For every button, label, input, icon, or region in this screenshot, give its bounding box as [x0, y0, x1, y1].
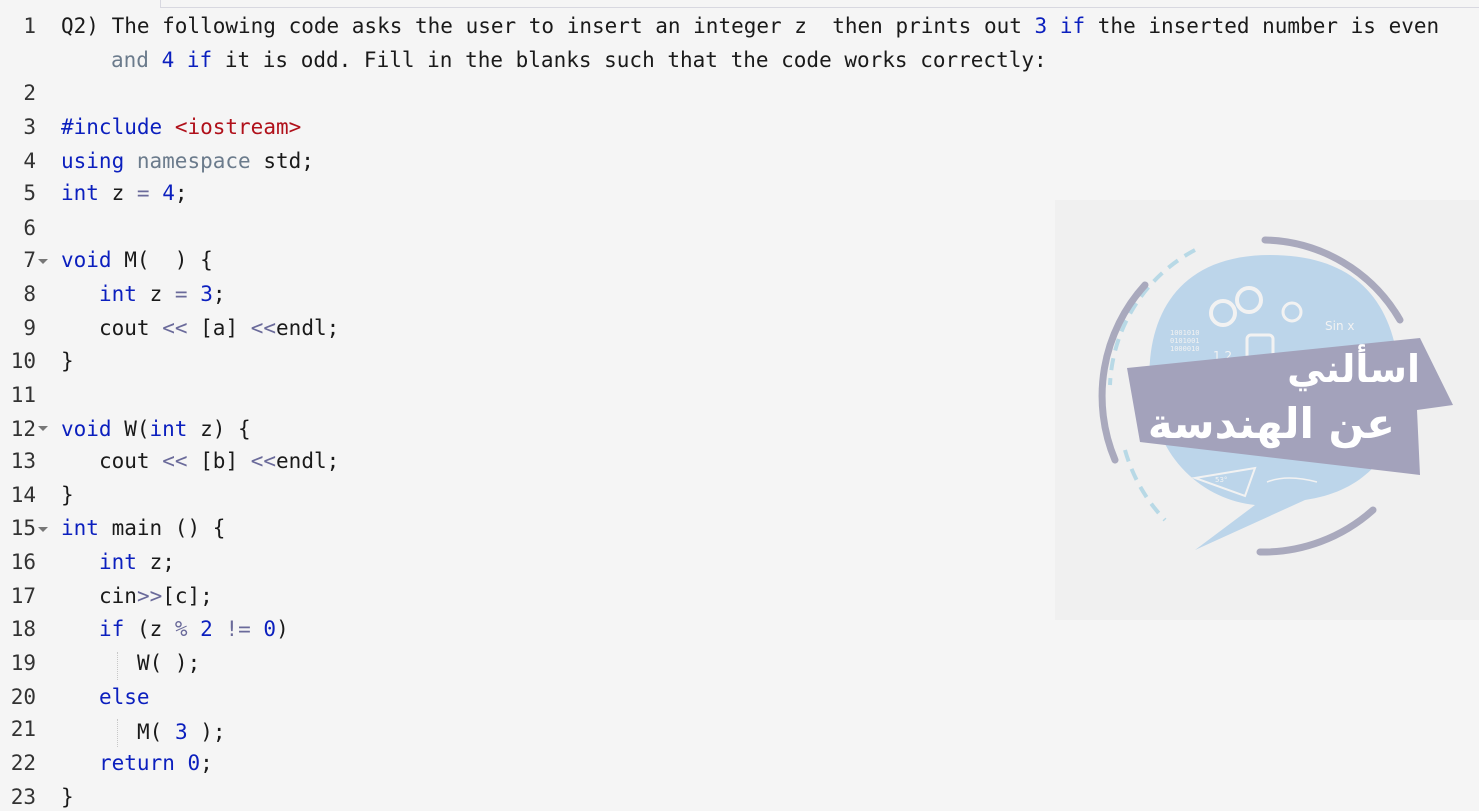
code-line-14: } [61, 483, 74, 507]
line-number: 1 [23, 14, 36, 38]
code-line-4: using namespace std; [61, 149, 314, 173]
line-number: 23 [10, 785, 36, 809]
line-number: 9 [23, 316, 36, 340]
line-number: 20 [10, 685, 36, 709]
fold-arrow-icon[interactable] [38, 426, 48, 431]
svg-text:1000010: 1000010 [1170, 345, 1200, 353]
code-line-5: int z = 4; [61, 181, 188, 205]
code-line-1: Q2) The following code asks the user to … [61, 14, 1440, 38]
code-line-12: void W(int z) { [61, 417, 251, 441]
line-number: 18 [10, 617, 36, 641]
line-number: 22 [10, 751, 36, 775]
code-line-17: cin>>[c]; [99, 584, 213, 608]
code-line-9: cout << [a] <<endl; [99, 316, 340, 340]
line-number: 15 [10, 516, 36, 540]
angle-text: 53° [1215, 476, 1227, 484]
line-number: 16 [10, 550, 36, 574]
code-line-15: int main () { [61, 516, 226, 540]
line-number: 19 [10, 651, 36, 675]
svg-text:0101001: 0101001 [1170, 337, 1200, 345]
code-line-22: return 0; [99, 751, 213, 775]
line-number: 21 [10, 717, 36, 741]
line-number: 7 [23, 248, 36, 272]
line-number: 14 [10, 483, 36, 507]
line-number: 3 [23, 115, 36, 139]
fold-arrow-icon[interactable] [38, 259, 48, 264]
line-number: 5 [23, 181, 36, 205]
indent-guide [117, 652, 118, 680]
binary-text: 1001010 [1170, 329, 1200, 337]
fold-arrow-icon[interactable] [38, 527, 48, 532]
line-number: 12 [10, 417, 36, 441]
line-number: 8 [23, 282, 36, 306]
sinx-text: Sin x [1325, 319, 1354, 333]
watermark-logo: 1001010 0101001 1000010 Sin x 1 2 اسألني… [1055, 200, 1479, 620]
code-line-13: cout << [b] <<endl; [99, 449, 340, 473]
line-number: 2 [23, 81, 36, 105]
code-line-7: void M( ) { [61, 248, 213, 272]
line-number: 6 [23, 216, 36, 240]
code-line-10: } [61, 349, 74, 373]
line-number: 17 [10, 584, 36, 608]
editor-top-border [160, 0, 1479, 8]
code-line-21: M( 3 ); [137, 720, 226, 744]
code-line-20: else [99, 685, 150, 709]
code-line-19: W( ); [137, 651, 201, 675]
code-line-16: int z; [99, 550, 175, 574]
line-number: 13 [10, 449, 36, 473]
code-line-3: #include <iostream> [61, 115, 302, 139]
line-number: 10 [10, 349, 36, 373]
code-line-8: int z = 3; [99, 282, 226, 306]
line-number: 4 [23, 149, 36, 173]
code-line-1-wrap: and 4 if it is odd. Fill in the blanks s… [111, 48, 1047, 72]
logo-title-line2: عن الهندسة [1148, 399, 1395, 449]
indent-guide [117, 719, 118, 747]
logo-title-line1: اسألني [1287, 344, 1420, 391]
code-line-23: } [61, 785, 74, 809]
code-line-18: if (z % 2 != 0) [99, 617, 289, 641]
watermark-graphic: 1001010 0101001 1000010 Sin x 1 2 اسألني… [1055, 200, 1479, 620]
line-number: 11 [10, 383, 36, 407]
